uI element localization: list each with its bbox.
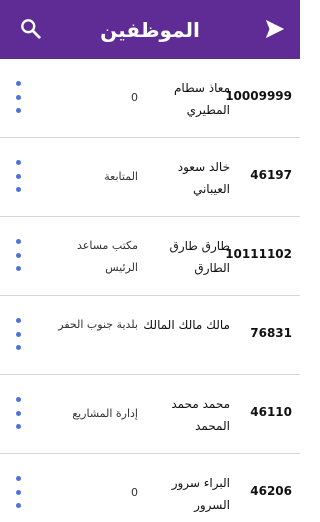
employee-id: 76831 <box>250 326 292 340</box>
more-options-icon[interactable] <box>14 318 22 350</box>
employee-department: المتابعة <box>104 170 138 183</box>
send-icon[interactable] <box>264 18 286 40</box>
employee-id: 10111102 <box>225 247 292 261</box>
employee-name: خالد سعود العيباني <box>177 160 230 196</box>
employee-id: 10009999 <box>225 89 292 103</box>
list-item[interactable]: 0 معاذ سطام المطيري 10009999 <box>0 59 300 138</box>
list-item[interactable]: 0 البراء سرور السرور 46206 <box>0 454 300 522</box>
employee-department: بلدية جنوب الحفر <box>58 318 138 331</box>
employee-department: إدارة المشاريع <box>72 407 138 420</box>
employee-name: محمد محمد المحمد <box>171 397 230 433</box>
employee-name: البراء سرور السرور <box>171 476 230 512</box>
employee-department: 0 <box>131 486 138 499</box>
employee-name: طارق طارق الطارق <box>169 239 230 275</box>
employee-list: 0 معاذ سطام المطيري 10009999 المتابعة خا… <box>0 59 300 522</box>
more-options-icon[interactable] <box>14 81 22 113</box>
employee-id: 46110 <box>250 405 292 419</box>
list-item[interactable]: مكتب مساعد الرئيس طارق طارق الطارق 10111… <box>0 217 300 296</box>
list-item[interactable]: بلدية جنوب الحفر مالك مالك المالك 76831 <box>0 296 300 375</box>
more-options-icon[interactable] <box>14 160 22 192</box>
employee-name: مالك مالك المالك <box>143 318 230 332</box>
employee-department: مكتب مساعد الرئيس <box>77 239 138 274</box>
more-options-icon[interactable] <box>14 476 22 508</box>
app-header: الموظفين <box>0 0 300 59</box>
page-title: الموظفين <box>100 18 200 42</box>
employee-name: معاذ سطام المطيري <box>173 81 230 117</box>
employee-id: 46197 <box>250 168 292 182</box>
more-options-icon[interactable] <box>14 239 22 271</box>
list-item[interactable]: المتابعة خالد سعود العيباني 46197 <box>0 138 300 217</box>
list-item[interactable]: إدارة المشاريع محمد محمد المحمد 46110 <box>0 375 300 454</box>
more-options-icon[interactable] <box>14 397 22 429</box>
employee-id: 46206 <box>250 484 292 498</box>
employee-department: 0 <box>131 91 138 104</box>
